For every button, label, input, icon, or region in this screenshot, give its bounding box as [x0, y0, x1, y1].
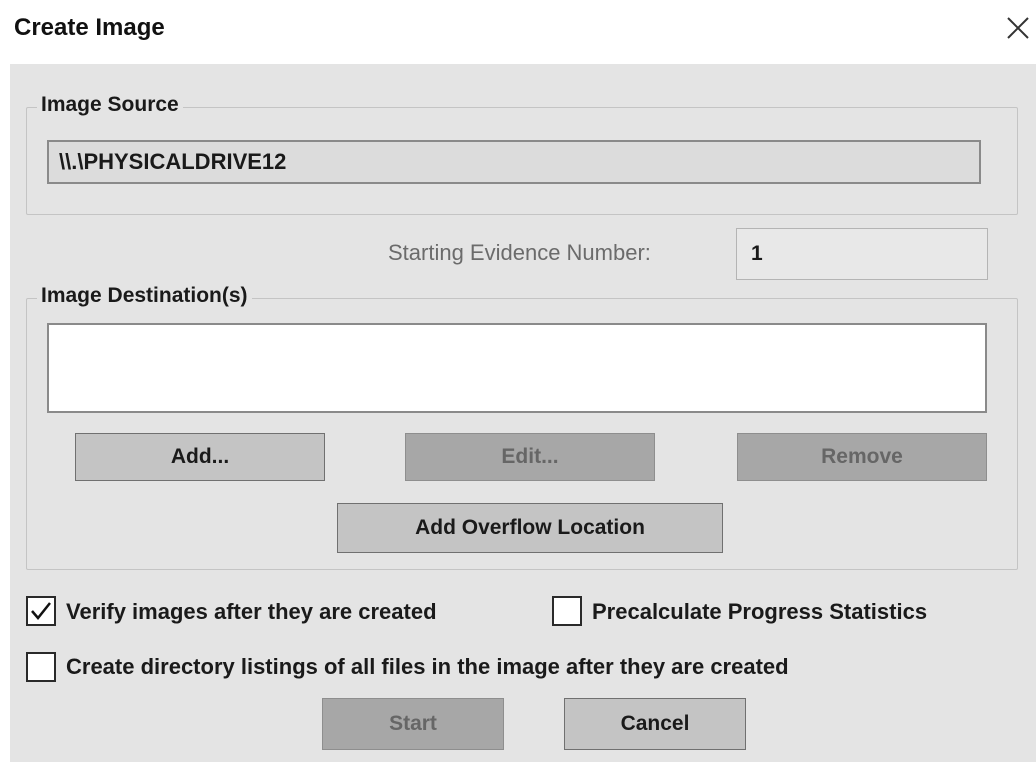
- dialog-client-area: Image Source \\.\PHYSICALDRIVE12 Startin…: [10, 64, 1036, 762]
- start-button[interactable]: Start: [322, 698, 504, 750]
- image-destinations-group: Image Destination(s) Add... Edit... Remo…: [26, 284, 1018, 570]
- close-icon: [1007, 17, 1029, 39]
- remove-button[interactable]: Remove: [737, 433, 987, 481]
- add-overflow-location-button[interactable]: Add Overflow Location: [337, 503, 723, 553]
- create-image-dialog: Create Image Image Source \\.\PHYSICALDR…: [0, 0, 1036, 762]
- starting-evidence-number-label: Starting Evidence Number:: [388, 240, 651, 265]
- image-source-group: Image Source \\.\PHYSICALDRIVE12: [26, 93, 1018, 215]
- image-source-field: \\.\PHYSICALDRIVE12: [47, 140, 981, 184]
- image-destinations-label: Image Destination(s): [37, 284, 252, 308]
- title-bar: Create Image: [0, 0, 1036, 62]
- verify-images-label: Verify images after they are created: [66, 599, 437, 624]
- image-destinations-list[interactable]: [47, 323, 987, 413]
- directory-listings-checkbox[interactable]: [26, 652, 56, 682]
- directory-listings-label: Create directory listings of all files i…: [66, 654, 789, 679]
- close-button[interactable]: [1000, 10, 1034, 44]
- cancel-button[interactable]: Cancel: [564, 698, 746, 750]
- checkmark-icon: [31, 602, 51, 620]
- precalculate-progress-label: Precalculate Progress Statistics: [592, 599, 928, 624]
- verify-images-checkbox[interactable]: [26, 596, 56, 626]
- edit-button[interactable]: Edit...: [405, 433, 655, 481]
- add-button[interactable]: Add...: [75, 433, 325, 481]
- dialog-title: Create Image: [14, 14, 165, 41]
- starting-evidence-number-input[interactable]: 1: [736, 228, 988, 280]
- precalculate-progress-checkbox[interactable]: [552, 596, 582, 626]
- image-source-label: Image Source: [37, 93, 183, 117]
